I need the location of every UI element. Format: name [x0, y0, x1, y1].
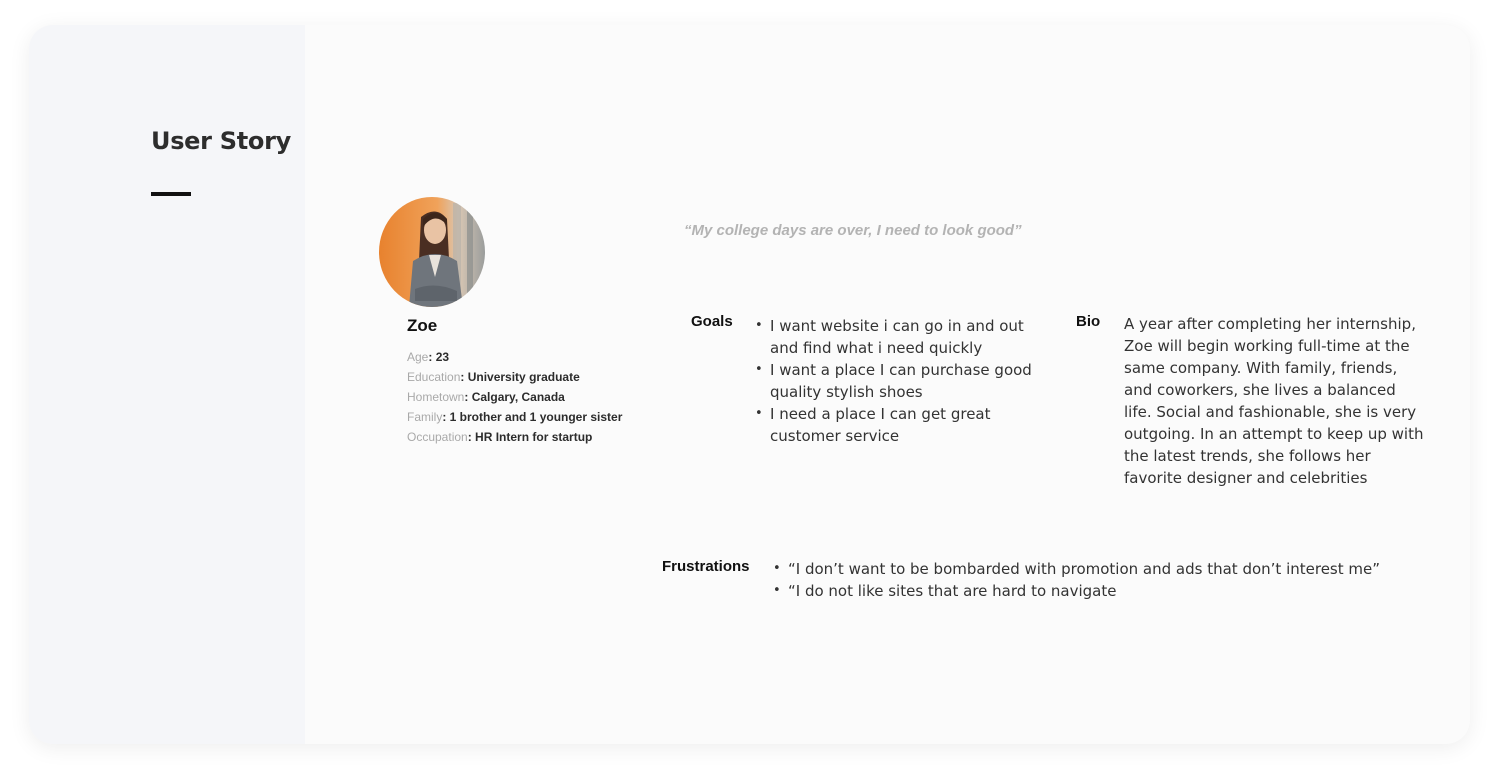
persona-avatar: [379, 197, 485, 307]
bio-label: Bio: [1076, 313, 1101, 330]
persona-photo-icon: [379, 197, 485, 307]
fact-age: Age: 23: [407, 347, 622, 367]
frustrations-label: Frustrations: [662, 558, 750, 575]
fact-education: Education: University graduate: [407, 367, 622, 387]
fact-family: Family: 1 brother and 1 younger sister: [407, 407, 622, 427]
fact-value: : Calgary, Canada: [464, 390, 565, 404]
persona-quote: “My college days are over, I need to loo…: [684, 222, 1022, 239]
goal-item: I want a place I can purchase good quali…: [755, 359, 1035, 403]
fact-key: Family: [407, 410, 443, 424]
fact-value: : 23: [428, 350, 450, 364]
title-underline: [151, 192, 191, 196]
fact-key: Occupation: [407, 430, 468, 444]
frustrations-list: “I don’t want to be bombarded with promo…: [773, 558, 1433, 602]
goal-item: I need a place I can get great customer …: [755, 403, 1035, 447]
fact-key: Education: [407, 370, 461, 384]
fact-hometown: Hometown: Calgary, Canada: [407, 387, 622, 407]
fact-key: Hometown: [407, 390, 465, 404]
bio-text: A year after completing her internship, …: [1124, 315, 1424, 487]
section-title: User Story: [151, 127, 291, 155]
frustration-item: “I do not like sites that are hard to na…: [773, 580, 1433, 602]
fact-occupation: Occupation: HR Intern for startup: [407, 427, 622, 447]
fact-value: : 1 brother and 1 younger sister: [442, 410, 623, 424]
persona-name: Zoe: [407, 316, 438, 335]
fact-value: : University graduate: [460, 370, 580, 384]
persona-facts: Age: 23 Education: University graduate H…: [407, 347, 622, 447]
goals-list: I want website i can go in and out and f…: [755, 315, 1035, 447]
frustration-item: “I don’t want to be bombarded with promo…: [773, 558, 1433, 580]
goal-item: I want website i can go in and out and f…: [755, 315, 1035, 359]
fact-key: Age: [407, 350, 429, 364]
user-story-card: User Story Zoe Age: 23 Education: Univer…: [29, 25, 1470, 744]
goals-label: Goals: [691, 313, 733, 330]
fact-value: : HR Intern for startup: [467, 430, 593, 444]
